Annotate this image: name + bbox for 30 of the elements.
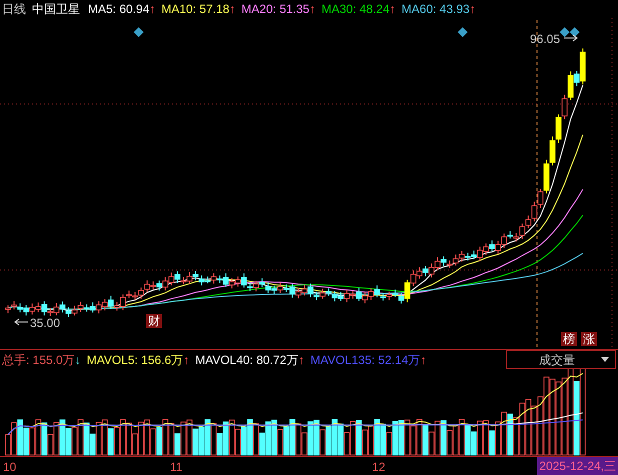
event-marker[interactable]: 财 [146, 314, 162, 328]
stock-name: 中国卫星 [32, 1, 80, 18]
indicator-select[interactable]: 成交量 [506, 350, 616, 369]
period-label[interactable]: 日线 [2, 0, 26, 18]
axis-label: 11 [170, 459, 182, 475]
trend-arrow: ↑ [309, 1, 316, 18]
trend-arrow: ↓ [74, 352, 81, 368]
indicator-value: MA30: 48.24 [321, 1, 390, 18]
indicator-value: MAVOL40: 80.72万 [195, 352, 298, 368]
trend-arrow: ↑ [470, 1, 476, 18]
axis-label: 12 [372, 459, 386, 475]
event-marker[interactable]: 榜 [561, 332, 577, 346]
indicator-value: MA10: 57.18 [161, 1, 230, 18]
trend-arrow: ↑ [420, 352, 426, 368]
indicator-value: MAVOL135: 52.14万 [310, 352, 420, 368]
current-date: 2025-12-24,三 [537, 457, 618, 475]
indicator-value: MAVOL5: 156.6万 [86, 352, 184, 368]
indicator-value: 总手: 155.0万 [2, 352, 75, 368]
trend-arrow: ↑ [390, 1, 396, 18]
indicator-value: MA20: 51.35 [241, 1, 310, 18]
trend-arrow: ↑ [149, 1, 156, 18]
trend-arrow: ↑ [298, 352, 304, 368]
trend-arrow: ↑ [183, 352, 190, 368]
indicator-value: MA5: 60.94 [88, 1, 150, 18]
trend-arrow: ↑ [229, 1, 236, 18]
low-price-label: 35.00 [30, 315, 60, 332]
high-price-label: 96.05 [530, 31, 560, 48]
indicator-value: MA60: 43.93 [402, 1, 470, 18]
axis-label: 10 [3, 459, 16, 475]
event-marker[interactable]: 涨 [581, 332, 597, 346]
